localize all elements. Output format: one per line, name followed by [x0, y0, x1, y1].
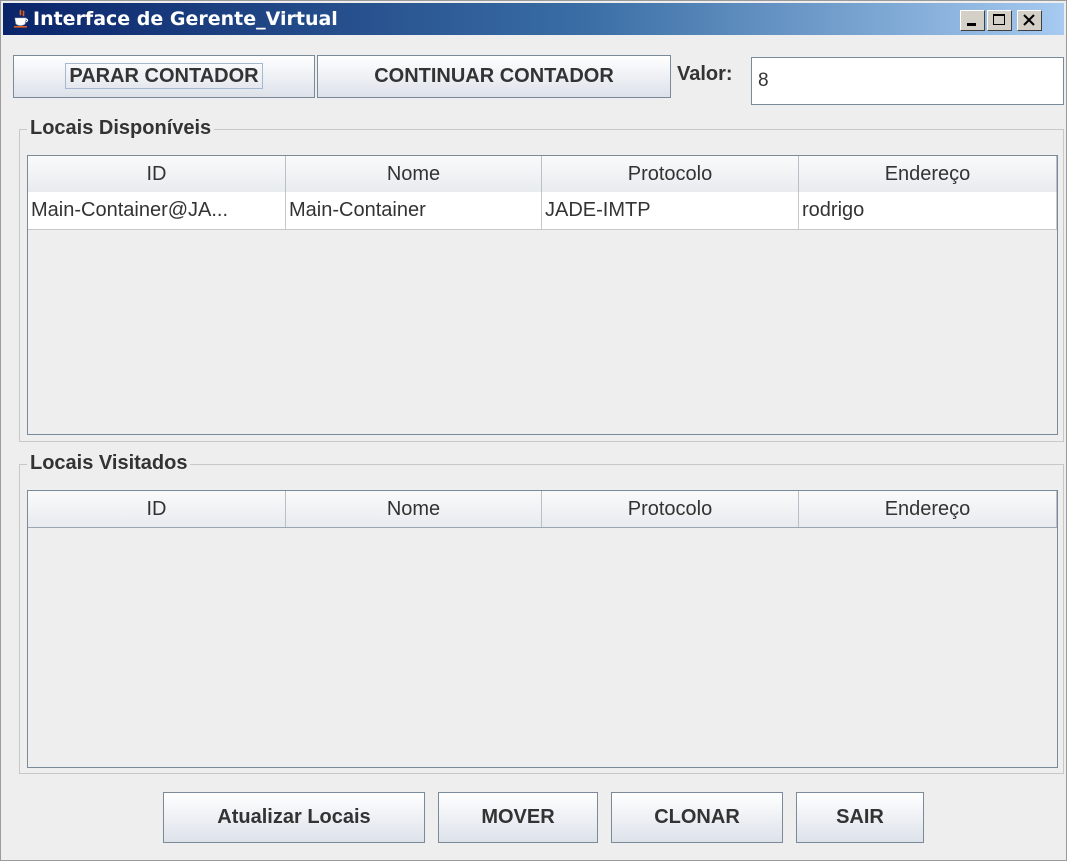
column-header-nome[interactable]: Nome	[286, 156, 542, 192]
minimize-icon	[967, 23, 976, 26]
cell-protocolo: JADE-IMTP	[542, 192, 799, 229]
table-header: ID Nome Protocolo Endereço	[28, 491, 1057, 528]
visited-locations-table[interactable]: ID Nome Protocolo Endereço	[27, 490, 1058, 768]
available-locations-title: Locais Disponíveis	[27, 117, 215, 140]
column-header-endereco[interactable]: Endereço	[799, 491, 1057, 527]
maximize-icon	[993, 14, 1005, 25]
cell-nome: Main-Container	[286, 192, 542, 229]
close-button[interactable]	[1017, 10, 1042, 31]
cell-id: Main-Container@JA...	[28, 192, 286, 229]
continue-counter-button[interactable]: CONTINUAR CONTADOR	[317, 55, 671, 98]
maximize-button[interactable]	[987, 10, 1012, 31]
available-locations-table[interactable]: ID Nome Protocolo Endereço Main-Containe…	[27, 155, 1058, 435]
stop-counter-button[interactable]: PARAR CONTADOR	[13, 55, 315, 98]
cell-endereco: rodrigo	[799, 192, 1057, 229]
refresh-locations-button[interactable]: Atualizar Locais	[163, 792, 425, 843]
close-icon	[1023, 14, 1035, 26]
column-header-id[interactable]: ID	[28, 491, 286, 527]
window-title: Interface de Gerente_Virtual	[33, 8, 338, 30]
column-header-protocolo[interactable]: Protocolo	[542, 491, 799, 527]
column-header-nome[interactable]: Nome	[286, 491, 542, 527]
title-bar[interactable]: Interface de Gerente_Virtual	[3, 3, 1064, 35]
visited-locations-group: ID Nome Protocolo Endereço	[19, 464, 1064, 774]
exit-button[interactable]: SAIR	[796, 792, 924, 843]
column-header-endereco[interactable]: Endereço	[799, 156, 1057, 192]
value-label: Valor:	[677, 63, 733, 85]
java-cup-icon	[14, 9, 29, 28]
stop-counter-label: PARAR CONTADOR	[65, 63, 263, 89]
minimize-button[interactable]	[960, 10, 985, 31]
move-button[interactable]: MOVER	[438, 792, 598, 843]
table-row[interactable]: Main-Container@JA... Main-Container JADE…	[28, 192, 1057, 230]
value-field[interactable]	[751, 57, 1064, 105]
available-locations-group: ID Nome Protocolo Endereço Main-Containe…	[19, 129, 1064, 442]
column-header-protocolo[interactable]: Protocolo	[542, 156, 799, 192]
main-window: Interface de Gerente_Virtual PARAR CONTA…	[0, 0, 1067, 861]
table-header: ID Nome Protocolo Endereço	[28, 156, 1057, 193]
visited-locations-title: Locais Visitados	[27, 452, 191, 475]
column-header-id[interactable]: ID	[28, 156, 286, 192]
clone-button[interactable]: CLONAR	[611, 792, 783, 843]
